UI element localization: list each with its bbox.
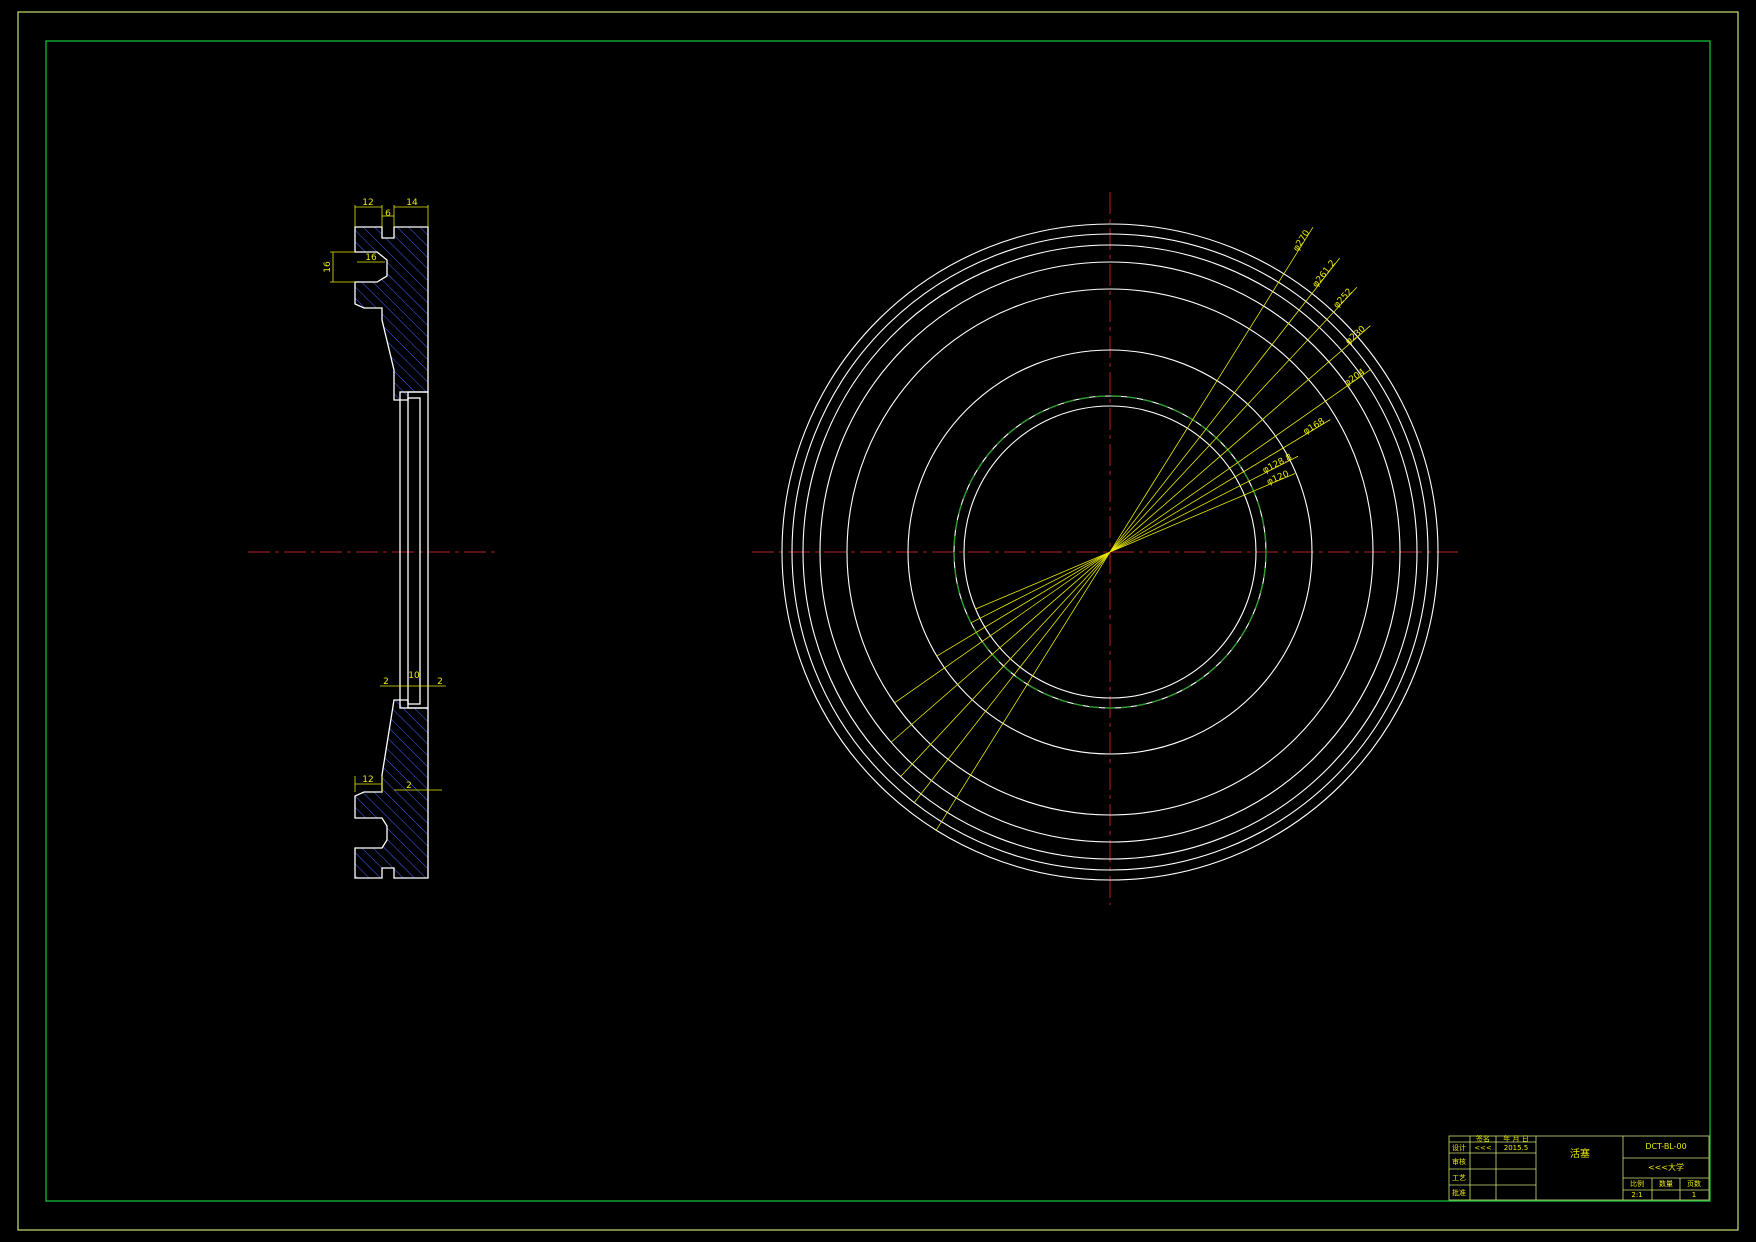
dim-bottom-2: 2 (406, 781, 412, 791)
tb-row-1-label: 设计 (1452, 1143, 1466, 1152)
dim-top-6: 6 (385, 209, 391, 219)
dim-mid-2-left: 2 (383, 677, 389, 687)
tb-ratio-label: 比例 (1630, 1179, 1644, 1188)
tb-header-date: 年 月 日 (1503, 1134, 1528, 1143)
tb-school: <<<大学 (1648, 1162, 1684, 1172)
dim-slot-16-v: 16 (365, 253, 377, 263)
tb-part-name: 活塞 (1570, 1147, 1590, 1160)
dim-bottom-12: 12 (362, 775, 373, 785)
dim-mid-2-right: 2 (437, 677, 443, 687)
tb-row-4-label: 批准 (1452, 1188, 1466, 1197)
tb-row-1-sign: <<< (1474, 1144, 1492, 1152)
tb-row-3-label: 工艺 (1452, 1174, 1466, 1182)
tb-ratio-value: 2:1 (1631, 1191, 1642, 1199)
tb-row-1-date: 2015.5 (1504, 1144, 1529, 1152)
dim-slot-16-h: 16 (323, 261, 333, 273)
tb-sheet-value: 1 (1692, 1191, 1696, 1199)
tb-header-sign: 签名 (1476, 1134, 1490, 1143)
tb-qty-label: 数量 (1659, 1179, 1673, 1188)
dim-top-14: 14 (406, 198, 418, 208)
cad-drawing-sheet: 12 6 14 16 16 2 10 2 12 2 φ270φ261.2φ252… (0, 0, 1756, 1242)
tb-sheet-label: 页数 (1687, 1179, 1701, 1188)
tb-drawing-number: DCT-BL-00 (1645, 1142, 1686, 1151)
dim-mid-10: 10 (408, 671, 420, 681)
canvas-background (0, 0, 1756, 1242)
tb-row-2-label: 审核 (1452, 1157, 1466, 1166)
dim-top-12: 12 (362, 198, 373, 208)
